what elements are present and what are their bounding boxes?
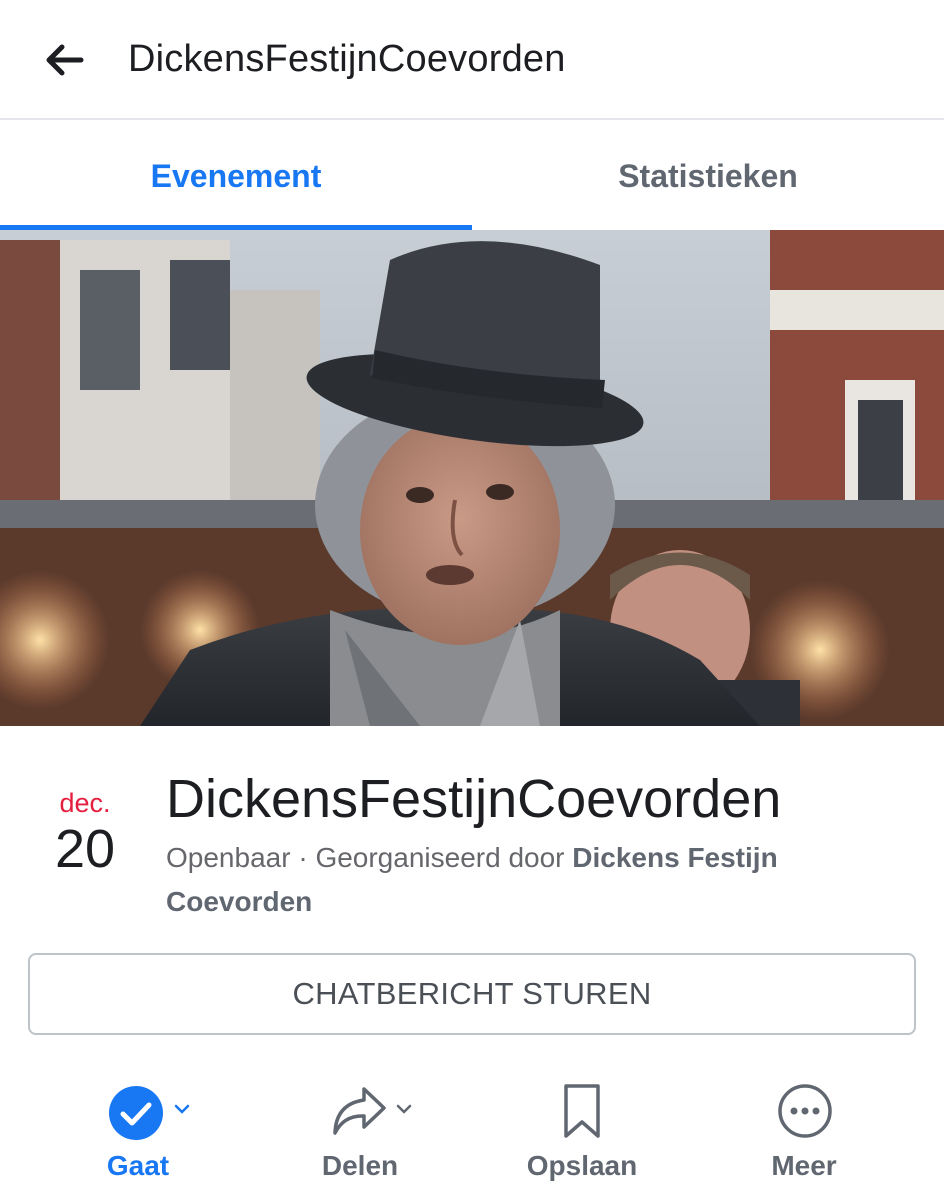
event-meta: Openbaar · Georganiseerd door Dickens Fe… [166, 836, 866, 924]
back-button[interactable] [40, 40, 88, 84]
event-cover-photo[interactable] [0, 230, 944, 726]
top-bar: DickensFestijnCoevorden [0, 0, 944, 120]
arrow-left-icon [44, 44, 84, 81]
event-date: dec. 20 [40, 788, 130, 880]
more-label: Meer [771, 1150, 837, 1181]
save-label: Opslaan [526, 1150, 638, 1181]
share-arrow-icon [330, 1084, 388, 1143]
send-message-button[interactable]: CHATBERICHT STUREN [28, 953, 916, 1035]
going-button[interactable]: Gaat [38, 1072, 238, 1192]
event-visibility: Openbaar [166, 842, 291, 873]
chevron-down-icon [396, 1102, 412, 1120]
tab-statistieken[interactable]: Statistieken [472, 122, 944, 230]
tab-bar: Evenement Statistieken [0, 122, 944, 230]
check-circle-icon [108, 1086, 164, 1145]
meta-separator: · [298, 842, 316, 873]
organized-by-prefix: Georganiseerd door [315, 842, 565, 873]
more-button[interactable]: Meer [704, 1072, 904, 1192]
event-title: DickensFestijnCoevorden [166, 769, 782, 829]
share-label: Delen [321, 1150, 399, 1181]
page-title: DickensFestijnCoevorden [128, 38, 566, 80]
event-date-day: 20 [54, 819, 116, 879]
tab-evenement[interactable]: Evenement [0, 122, 472, 230]
chevron-down-icon [174, 1102, 190, 1120]
more-dots-icon [776, 1082, 834, 1145]
action-bar: Gaat Delen Opslaan Meer [0, 1072, 944, 1200]
bookmark-icon [562, 1082, 602, 1145]
going-label: Gaat [106, 1150, 170, 1181]
share-button[interactable]: Delen [260, 1072, 460, 1192]
save-button[interactable]: Opslaan [482, 1072, 682, 1192]
event-date-month: dec. [59, 788, 111, 818]
